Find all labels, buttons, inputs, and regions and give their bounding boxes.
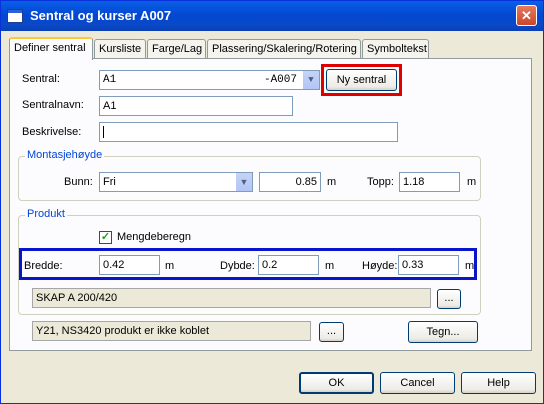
montasje-group: Montasjehøyde Bunn: Fri ▼ 0.85 m Topp: 1… [18,149,481,201]
tab-symboltekst[interactable]: Symboltekst [362,39,429,59]
tegn-button[interactable]: Tegn... [408,321,478,343]
tab-kursliste[interactable]: Kursliste [94,39,146,59]
mengdeberegn-checkbox[interactable]: ✓ [99,231,112,244]
cancel-button[interactable]: Cancel [380,372,455,394]
dybde-label: Dybde: [220,260,255,272]
topp-input[interactable]: 1.18 [399,172,460,192]
topp-unit: m [467,176,477,188]
hoyde-label: Høyde: [362,260,398,272]
hoyde-unit: m [465,260,475,272]
sentral-suffix: -A007 [263,74,297,86]
sentral-combo[interactable]: A1 -A007 ▼ [99,70,320,90]
chevron-down-icon[interactable]: ▼ [235,173,252,191]
bunn-combo[interactable]: Fri ▼ [99,172,253,192]
title-bar: Sentral og kurser A007 ✕ [1,1,543,31]
tab-plassering[interactable]: Plassering/Skalering/Rotering [207,39,361,59]
sentral-label: Sentral: [22,73,60,85]
mengdeberegn-label: Mengdeberegn [117,231,192,243]
bunn-value: Fri [103,176,116,188]
skap-browse-button[interactable]: ... [437,289,461,309]
hoyde-input[interactable]: 0.33 [398,255,459,275]
beskrivelse-label: Beskrivelse: [22,126,82,138]
text-cursor [103,126,104,139]
ok-button[interactable]: OK [299,372,374,394]
chevron-down-icon[interactable]: ▼ [302,71,319,89]
bunn-label: Bunn: [64,176,93,188]
topp-label: Topp: [367,176,394,188]
window-title: Sentral og kurser A007 [30,8,172,23]
bredde-label: Bredde: [24,260,63,272]
beskrivelse-input[interactable] [99,122,398,142]
bunn-height-input[interactable]: 0.85 [259,172,321,192]
sentral-value: A1 [103,74,117,86]
ny-sentral-button[interactable]: Ny sentral [326,69,397,91]
produkt-group-title: Produkt [25,208,67,220]
produkt-browse-button[interactable]: ... [319,322,344,342]
bredde-input[interactable]: 0.42 [99,255,160,275]
montasje-group-title: Montasjehøyde [25,149,105,161]
sentralnavn-input[interactable]: A1 [99,96,293,116]
sentralnavn-label: Sentralnavn: [22,99,84,111]
produkt-status-field: Y21, NS3420 produkt er ikke koblet [32,321,311,341]
tab-farge-lag[interactable]: Farge/Lag [147,39,206,59]
tab-definer-sentral[interactable]: Definer sentral [9,37,93,60]
skap-product-field: SKAP A 200/420 [32,288,431,308]
bredde-unit: m [165,260,175,272]
dialog-window: Sentral og kurser A007 ✕ Definer sentral… [0,0,544,404]
help-button[interactable]: Help [461,372,536,394]
dybde-unit: m [325,260,335,272]
window-icon [7,9,23,23]
tab-panel-definer-sentral: Sentral: A1 -A007 ▼ Ny sentral Sentralna… [9,58,532,351]
bunn-unit: m [327,176,337,188]
dybde-input[interactable]: 0.2 [258,255,319,275]
close-button[interactable]: ✕ [516,5,537,26]
